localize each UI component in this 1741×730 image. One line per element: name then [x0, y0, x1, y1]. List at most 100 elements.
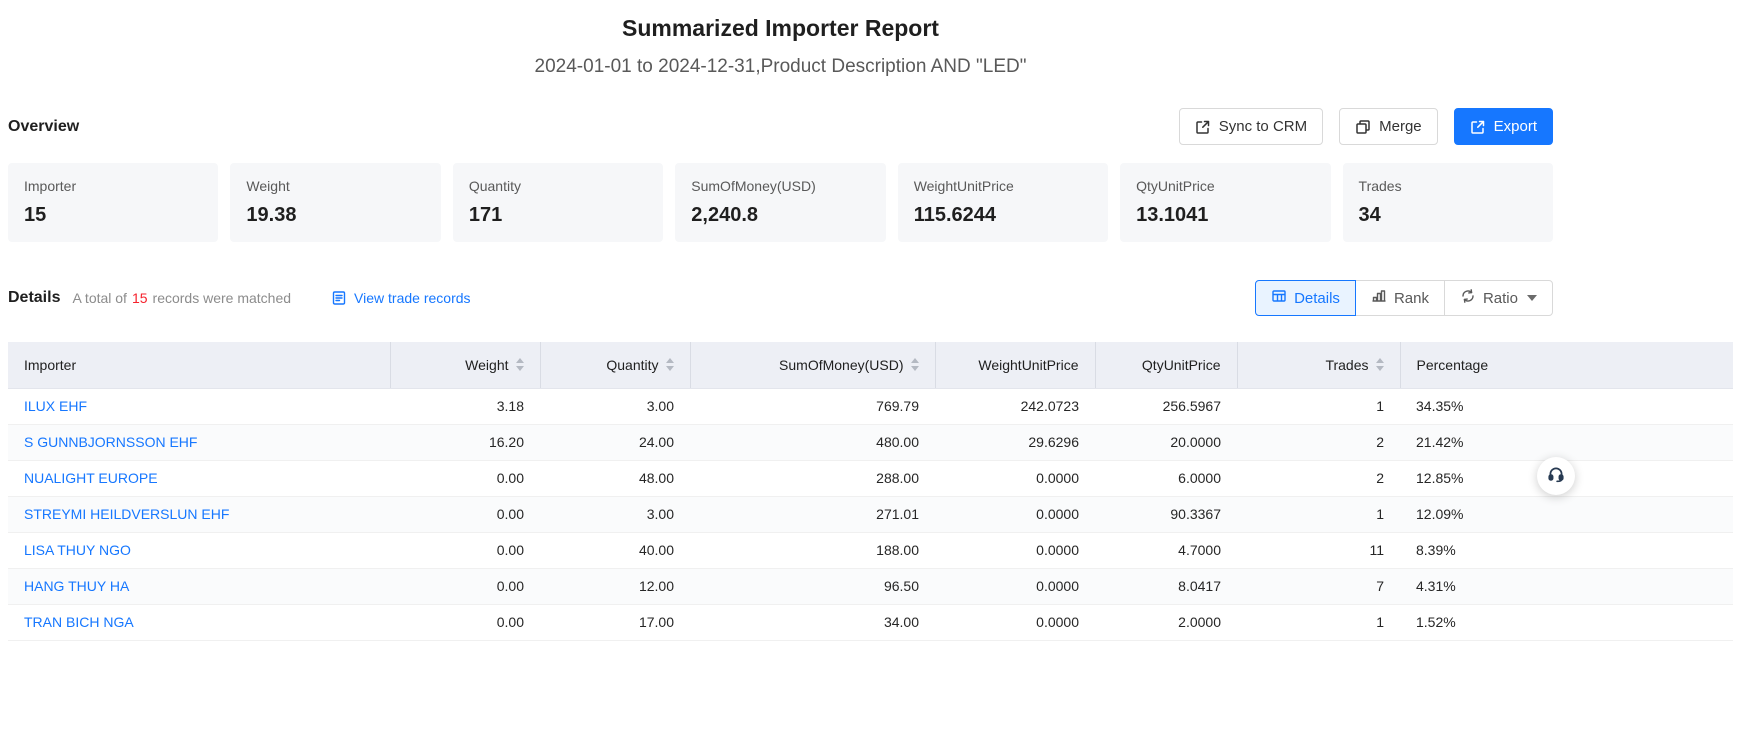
- overview-cards: Importer 15 Weight 19.38 Quantity 171 Su…: [8, 163, 1553, 242]
- cell-weight: 3.18: [390, 388, 540, 424]
- tab-details[interactable]: Details: [1255, 280, 1356, 316]
- view-switcher: Details Rank: [1255, 280, 1553, 316]
- overview-actions: Sync to CRM Merge: [1179, 108, 1553, 145]
- stat-card: Quantity 171: [453, 163, 663, 242]
- sort-icon[interactable]: [666, 358, 674, 371]
- table-body: ILUX EHF3.183.00769.79242.0723256.596713…: [8, 388, 1733, 640]
- card-label: QtyUnitPrice: [1136, 178, 1314, 194]
- cell-sum-of-money: 288.00: [690, 460, 935, 496]
- column-header-percentage: Percentage: [1400, 342, 1733, 388]
- table-header: Importer Weight Quantity SumOfMoney(USD)…: [8, 342, 1733, 388]
- cell-percentage: 1.52%: [1400, 604, 1733, 640]
- cell-weight: 0.00: [390, 604, 540, 640]
- overview-bar: Overview Sync to CRM: [8, 108, 1553, 145]
- sync-icon: [1195, 119, 1211, 135]
- card-value: 19.38: [246, 204, 424, 227]
- cell-weight-unit-price: 0.0000: [935, 460, 1095, 496]
- card-label: Weight: [246, 178, 424, 194]
- matched-suffix: records were matched: [153, 290, 292, 306]
- column-label: Importer: [24, 357, 76, 373]
- merge-button[interactable]: Merge: [1339, 108, 1438, 145]
- importer-link[interactable]: NUALIGHT EUROPE: [24, 470, 158, 486]
- cell-quantity: 48.00: [540, 460, 690, 496]
- cell-sum-of-money: 188.00: [690, 532, 935, 568]
- stat-card: Importer 15: [8, 163, 218, 242]
- card-value: 15: [24, 204, 202, 227]
- cell-qty-unit-price: 90.3367: [1095, 496, 1237, 532]
- sync-to-crm-button[interactable]: Sync to CRM: [1179, 108, 1323, 145]
- importer-link[interactable]: S GUNNBJORNSSON EHF: [24, 434, 197, 450]
- support-widget-button[interactable]: [1537, 457, 1575, 495]
- view-trade-records-label: View trade records: [354, 290, 470, 306]
- export-label: Export: [1494, 118, 1537, 135]
- sort-icon[interactable]: [1376, 358, 1384, 371]
- card-value: 171: [469, 204, 647, 227]
- cell-trades: 1: [1237, 388, 1400, 424]
- table-row: STREYMI HEILDVERSLUN EHF0.003.00271.010.…: [8, 496, 1733, 532]
- cell-importer: HANG THUY HA: [8, 568, 390, 604]
- importer-link[interactable]: HANG THUY HA: [24, 578, 129, 594]
- table-row: ILUX EHF3.183.00769.79242.0723256.596713…: [8, 388, 1733, 424]
- cell-percentage: 4.31%: [1400, 568, 1733, 604]
- cell-weight-unit-price: 0.0000: [935, 532, 1095, 568]
- cell-trades: 7: [1237, 568, 1400, 604]
- column-label: Quantity: [606, 357, 658, 373]
- trade-records-icon: [331, 290, 347, 306]
- importer-link[interactable]: TRAN BICH NGA: [24, 614, 134, 630]
- overview-label: Overview: [8, 118, 79, 136]
- tab-rank[interactable]: Rank: [1355, 280, 1445, 316]
- export-icon: [1470, 119, 1486, 135]
- column-header-importer: Importer: [8, 342, 390, 388]
- tab-ratio[interactable]: Ratio: [1444, 280, 1553, 316]
- cell-importer: STREYMI HEILDVERSLUN EHF: [8, 496, 390, 532]
- cell-importer: LISA THUY NGO: [8, 532, 390, 568]
- table-row: NUALIGHT EUROPE0.0048.00288.000.00006.00…: [8, 460, 1733, 496]
- export-button[interactable]: Export: [1454, 108, 1553, 145]
- cell-weight: 16.20: [390, 424, 540, 460]
- column-header-qty-unit-price: QtyUnitPrice: [1095, 342, 1237, 388]
- cell-weight: 0.00: [390, 532, 540, 568]
- cell-quantity: 40.00: [540, 532, 690, 568]
- importer-link[interactable]: LISA THUY NGO: [24, 542, 131, 558]
- cell-weight: 0.00: [390, 568, 540, 604]
- page-title: Summarized Importer Report: [8, 15, 1553, 42]
- headset-icon: [1547, 465, 1565, 488]
- importer-link[interactable]: ILUX EHF: [24, 398, 87, 414]
- cell-importer: NUALIGHT EUROPE: [8, 460, 390, 496]
- cell-sum-of-money: 480.00: [690, 424, 935, 460]
- matched-prefix: A total of: [72, 290, 126, 306]
- column-header-weight-unit-price: WeightUnitPrice: [935, 342, 1095, 388]
- column-header-weight[interactable]: Weight: [390, 342, 540, 388]
- cell-percentage: 8.39%: [1400, 532, 1733, 568]
- column-header-sum-of-money[interactable]: SumOfMoney(USD): [690, 342, 935, 388]
- card-value: 2,240.8: [691, 204, 869, 227]
- card-label: WeightUnitPrice: [914, 178, 1092, 194]
- importer-table: Importer Weight Quantity SumOfMoney(USD)…: [8, 342, 1733, 641]
- cell-quantity: 24.00: [540, 424, 690, 460]
- cell-weight-unit-price: 0.0000: [935, 604, 1095, 640]
- column-header-trades[interactable]: Trades: [1237, 342, 1400, 388]
- stat-card: Trades 34: [1343, 163, 1553, 242]
- stat-card: Weight 19.38: [230, 163, 440, 242]
- page-subtitle: 2024-01-01 to 2024-12-31,Product Descrip…: [8, 56, 1553, 78]
- tab-rank-label: Rank: [1394, 290, 1429, 307]
- table-row: TRAN BICH NGA0.0017.0034.000.00002.00001…: [8, 604, 1733, 640]
- cell-sum-of-money: 34.00: [690, 604, 935, 640]
- rank-icon: [1371, 288, 1387, 308]
- cell-sum-of-money: 769.79: [690, 388, 935, 424]
- card-label: SumOfMoney(USD): [691, 178, 869, 194]
- sort-icon[interactable]: [911, 358, 919, 371]
- sort-icon[interactable]: [516, 358, 524, 371]
- view-trade-records-link[interactable]: View trade records: [331, 290, 470, 306]
- column-header-quantity[interactable]: Quantity: [540, 342, 690, 388]
- cell-quantity: 17.00: [540, 604, 690, 640]
- card-value: 34: [1359, 204, 1537, 227]
- card-label: Trades: [1359, 178, 1537, 194]
- card-value: 13.1041: [1136, 204, 1314, 227]
- importer-link[interactable]: STREYMI HEILDVERSLUN EHF: [24, 506, 229, 522]
- stat-card: SumOfMoney(USD) 2,240.8: [675, 163, 885, 242]
- ratio-refresh-icon: [1460, 288, 1476, 308]
- chevron-down-icon: [1527, 295, 1537, 301]
- card-label: Quantity: [469, 178, 647, 194]
- cell-importer: S GUNNBJORNSSON EHF: [8, 424, 390, 460]
